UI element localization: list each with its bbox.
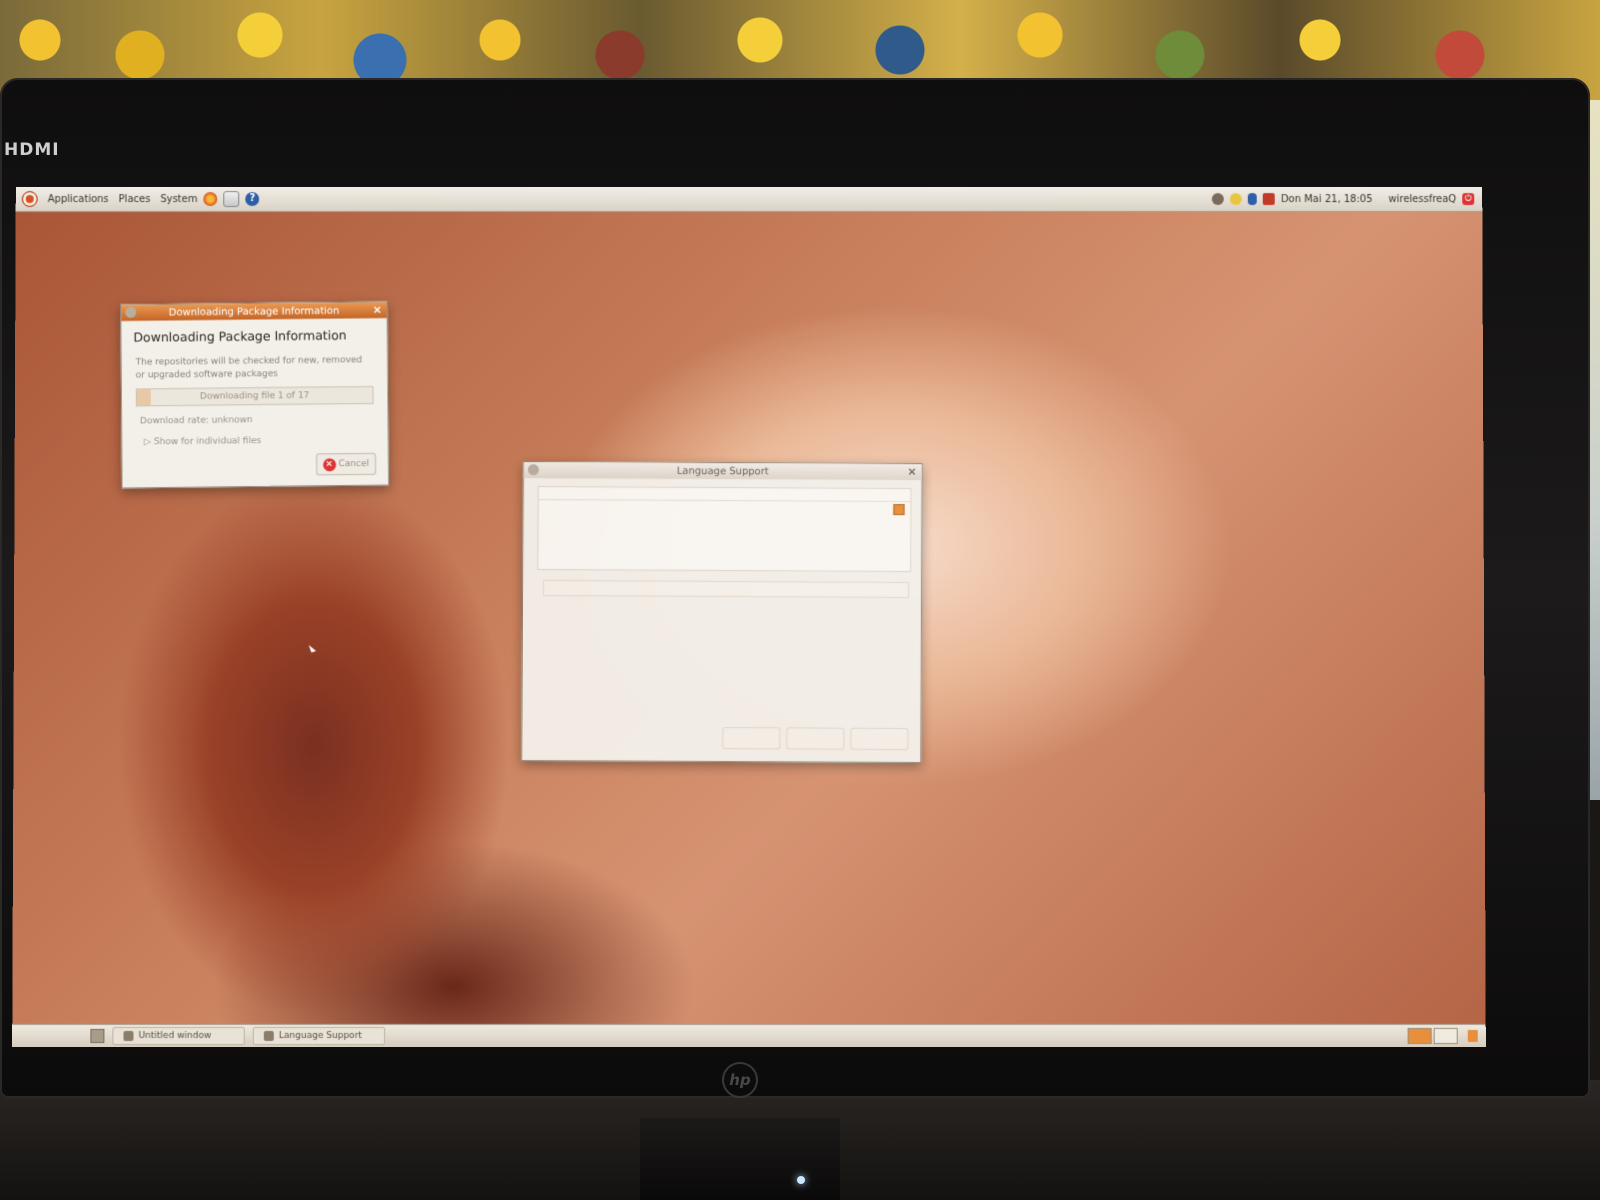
system-tray: Don Mai 21, 18:05 wirelessfreaQ ⏻ — [1211, 193, 1482, 206]
network-icon[interactable] — [1262, 193, 1275, 206]
close-button[interactable] — [850, 727, 909, 751]
download-heading: Downloading Package Information — [133, 327, 347, 345]
bottom-panel: Untitled window Language Support — [12, 1023, 1486, 1048]
workspace-2[interactable] — [1433, 1027, 1458, 1045]
firefox-icon[interactable] — [203, 192, 218, 207]
window-icon — [123, 1030, 134, 1042]
language-checkbox[interactable] — [893, 503, 905, 516]
workspace-1[interactable] — [1407, 1027, 1432, 1045]
show-desktop-icon[interactable] — [90, 1028, 105, 1044]
language-dialog-title: Language Support — [676, 465, 769, 477]
cancel-icon: × — [322, 457, 336, 471]
bluetooth-icon[interactable] — [1247, 193, 1257, 206]
user-switcher[interactable]: wirelessfreaQ — [1389, 194, 1457, 205]
language-dialog-body — [523, 486, 921, 751]
desktop-screen: Applications Places System ? Don Mai 21,… — [12, 187, 1486, 1048]
expander-label: Show for individual files — [153, 436, 262, 448]
update-gear-icon[interactable] — [1211, 193, 1224, 206]
power-icon[interactable]: ⏻ — [1462, 193, 1475, 206]
download-dialog: Downloading Package Information × Downlo… — [120, 301, 390, 489]
language-list[interactable] — [537, 486, 912, 573]
apply-button[interactable] — [786, 727, 845, 750]
menu-places[interactable]: Places — [119, 194, 151, 205]
download-progress-bar: Downloading file 1 of 17 — [135, 386, 374, 407]
monitor-stand — [640, 1118, 840, 1200]
download-rate: Download rate: unknown — [139, 415, 253, 427]
expander-arrow-icon: ▷ — [144, 437, 152, 448]
task-label: Untitled window — [138, 1030, 212, 1042]
top-panel: Applications Places System ? Don Mai 21,… — [15, 187, 1483, 212]
cancel-button[interactable]: × Cancel — [315, 452, 377, 476]
taskbar-item-untitled[interactable]: Untitled window — [112, 1026, 245, 1046]
window-menu-icon[interactable] — [527, 464, 539, 476]
cancel-label: Cancel — [338, 458, 370, 470]
download-dialog-title: Downloading Package Information — [168, 305, 340, 318]
help-button[interactable] — [722, 727, 781, 750]
menu-system[interactable]: System — [160, 194, 197, 205]
download-dialog-titlebar[interactable]: Downloading Package Information × — [121, 302, 387, 321]
close-icon[interactable]: × — [373, 303, 382, 316]
window-menu-icon[interactable] — [125, 306, 137, 318]
language-support-dialog: Language Support × — [521, 461, 923, 764]
download-description: The repositories will be checked for new… — [135, 355, 363, 381]
workspace-switcher — [1407, 1027, 1468, 1045]
ubuntu-logo-icon[interactable] — [21, 191, 38, 208]
notification-bulb-icon[interactable] — [1229, 193, 1242, 206]
mouse-cursor-icon — [308, 643, 317, 653]
taskbar-item-language-support[interactable]: Language Support — [252, 1026, 386, 1046]
input-method-section — [531, 606, 921, 608]
power-led — [797, 1176, 805, 1184]
hdmi-label: HDMI — [4, 140, 60, 160]
close-icon[interactable]: × — [907, 465, 916, 478]
progress-fill — [136, 389, 151, 406]
language-dialog-buttons — [722, 727, 909, 751]
hp-logo: hp — [722, 1062, 758, 1098]
clock[interactable]: Don Mai 21, 18:05 — [1281, 194, 1373, 205]
default-language-select[interactable] — [543, 580, 910, 598]
menu-applications[interactable]: Applications — [48, 194, 109, 205]
individual-files-expander[interactable]: ▷ Show for individual files — [144, 435, 388, 448]
mail-icon[interactable] — [223, 191, 240, 208]
progress-text: Downloading file 1 of 17 — [199, 390, 310, 402]
list-item[interactable] — [539, 500, 911, 517]
window-icon — [263, 1030, 274, 1042]
trash-icon[interactable] — [1467, 1029, 1478, 1043]
help-icon[interactable]: ? — [245, 192, 260, 207]
task-label: Language Support — [278, 1030, 362, 1042]
input-method-checkbox[interactable] — [545, 606, 921, 608]
language-dialog-titlebar[interactable]: Language Support × — [523, 462, 922, 481]
